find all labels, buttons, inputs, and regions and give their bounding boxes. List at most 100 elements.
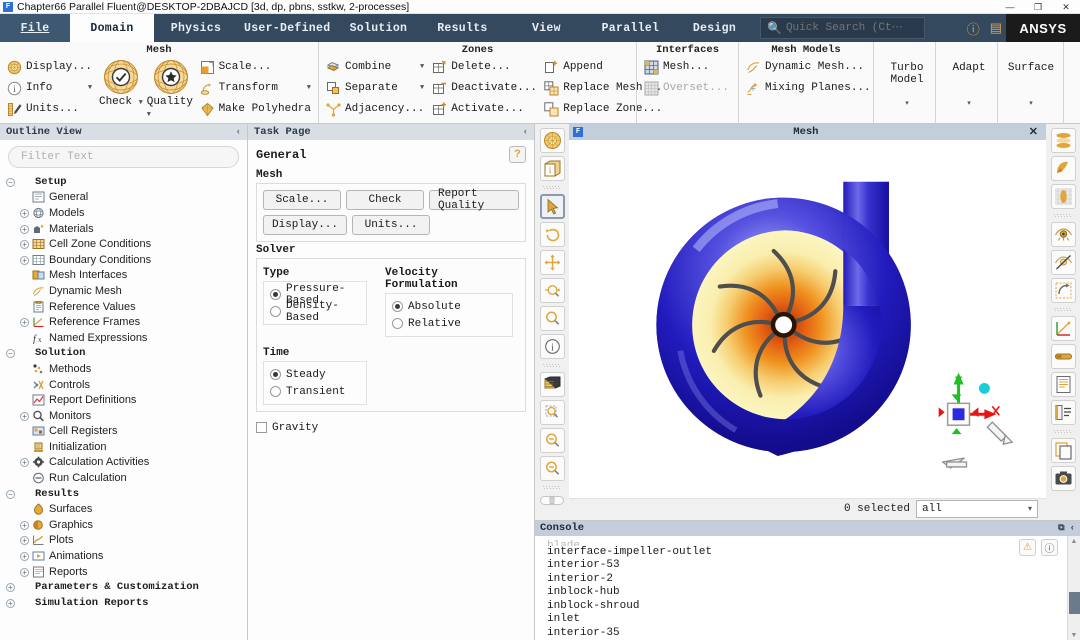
tree-expander-icon[interactable]: + [18,411,31,421]
copy-button[interactable] [1051,438,1076,463]
maximize-button[interactable]: ❐ [1024,0,1052,14]
tree-expander-icon[interactable]: + [4,582,17,592]
tree-expander-icon[interactable]: − [4,177,17,187]
chevron-down-icon[interactable]: ▼ [410,84,424,92]
colormap-button[interactable] [1051,344,1076,369]
scroll-down-icon[interactable]: ▼ [1071,630,1078,640]
check-button[interactable]: Check [346,190,424,210]
ribbon-mesh-quality-button[interactable]: Quality ▼ [147,57,195,120]
vectors-button[interactable] [1051,156,1076,181]
ribbon-mesh-make-polyhedra[interactable]: Make Polyhedra [197,99,314,119]
chevron-down-icon[interactable]: ▾ [967,99,971,108]
tab-file[interactable]: File [0,14,70,42]
chevron-down-icon[interactable]: ▼ [147,111,151,119]
outline-item-reference-values[interactable]: Reference Values [4,299,247,315]
outline-item-mesh-interfaces[interactable]: Mesh Interfaces [4,268,247,284]
chevron-down-icon[interactable]: ▼ [78,84,92,92]
radio-transient[interactable]: Transient [270,383,360,400]
ribbon-mixing-planes[interactable]: Mixing Planes... [743,78,873,98]
zoom-to-region-button[interactable] [540,400,565,425]
tab-view[interactable]: View [504,14,588,42]
tab-physics[interactable]: Physics [154,14,238,42]
outline-item-plots[interactable]: +Plots [4,533,247,549]
ribbon-zones-activate[interactable]: Activate... [429,99,539,119]
radio-density-based[interactable]: Density-Based [270,303,360,320]
pan-button[interactable] [540,250,565,275]
ribbon-mesh-check-button[interactable]: Check ▼ [97,57,145,108]
info-icon[interactable]: ⓘ [1041,539,1058,556]
report-quality-button[interactable]: Report Quality [429,190,519,210]
help-button[interactable]: ? [509,146,526,163]
outline-item-materials[interactable]: +Materials [4,221,247,237]
outline-item-reports[interactable]: +Reports [4,564,247,580]
tab-user-defined[interactable]: User-Defined [238,14,336,42]
outline-item-setup[interactable]: −Setup [4,174,247,190]
outline-item-models[interactable]: +Models [4,205,247,221]
outline-item-methods[interactable]: Methods [4,361,247,377]
search-input[interactable] [786,22,918,34]
tab-solution[interactable]: Solution [336,14,420,42]
outline-item-surfaces[interactable]: Surfaces [4,501,247,517]
mesh-info-toolbar-button[interactable]: i [540,156,565,181]
ribbon-mesh-transform[interactable]: Transform ▼ [197,78,314,98]
outline-item-monitors[interactable]: +Monitors [4,408,247,424]
tree-expander-icon[interactable]: + [18,255,31,265]
zoom-out-button[interactable] [540,428,565,453]
tree-expander-icon[interactable]: + [18,208,31,218]
chevron-down-icon[interactable]: ▾ [1029,99,1033,108]
outline-item-reference-frames[interactable]: +Reference Frames [4,314,247,330]
tree-expander-icon[interactable]: + [18,520,31,530]
tree-expander-icon[interactable]: + [18,551,31,561]
zoom-reset-button[interactable] [540,456,565,481]
radio-relative[interactable]: Relative [392,315,506,332]
mesh-display-toolbar-button[interactable] [540,128,565,153]
collapse-icon[interactable]: ‹ [236,127,241,137]
collapse-icon[interactable]: ‹ [523,127,528,137]
tree-expander-icon[interactable]: + [18,224,31,234]
outline-item-run-calculation[interactable]: Run Calculation [4,470,247,486]
console-scrollbar[interactable]: ▲ ▼ ✓ [1067,536,1080,640]
outline-item-initialization[interactable]: Initialization [4,439,247,455]
ribbon-zones-adjacency[interactable]: Adjacency... [323,99,427,119]
pathlines-button[interactable] [1051,184,1076,209]
chevron-down-icon[interactable]: ▼ [297,84,311,92]
outline-item-graphics[interactable]: +Graphics [4,517,247,533]
tab-parallel[interactable]: Parallel [588,14,672,42]
turbo-model-button[interactable]: Turbo Model ▾ [878,44,936,110]
ribbon-mesh-scale[interactable]: Scale... [197,57,314,77]
ribbon-zones-separate[interactable]: Separate ▼ [323,78,427,98]
outline-item-parameters-customization[interactable]: +Parameters & Customization [4,579,247,595]
outline-item-calculation-activities[interactable]: +Calculation Activities [4,455,247,471]
zoom-in-out-button[interactable] [540,278,565,303]
contours-button[interactable] [1051,128,1076,153]
visibility-on-button[interactable] [1051,222,1076,247]
outline-item-simulation-reports[interactable]: +Simulation Reports [4,595,247,611]
adapt-button[interactable]: Adapt ▾ [940,44,998,110]
chevron-down-icon[interactable]: ▾ [905,99,909,108]
units-button[interactable]: Units... [352,215,430,235]
scroll-up-icon[interactable]: ▲ [1071,536,1078,547]
collapse-icon[interactable]: ‹ [1070,523,1075,533]
gravity-checkbox-row[interactable]: Gravity [256,419,526,436]
slider-handle-button[interactable] [539,494,565,507]
chevron-down-icon[interactable]: ▼ [139,99,143,107]
legend-button[interactable] [1051,372,1076,397]
outline-item-cell-zone-conditions[interactable]: +Cell Zone Conditions [4,236,247,252]
ribbon-zones-deactivate[interactable]: Deactivate... [429,78,539,98]
outline-item-results[interactable]: −Results [4,486,247,502]
outline-item-animations[interactable]: +Animations [4,548,247,564]
ribbon-mesh-display[interactable]: Display... [4,57,95,77]
camera-button[interactable] [1051,466,1076,491]
tree-expander-icon[interactable]: + [18,535,31,545]
scrollbar-track[interactable] [1068,547,1080,630]
close-button[interactable]: ✕ [1052,0,1080,14]
fit-to-window-button[interactable] [540,372,565,397]
display-button[interactable]: Display... [263,215,347,235]
bounds-button[interactable] [1051,278,1076,303]
tree-expander-icon[interactable]: + [18,567,31,577]
scale-button[interactable]: Scale... [263,190,341,210]
radio-steady[interactable]: Steady [270,366,360,383]
tree-expander-icon[interactable]: + [18,239,31,249]
scrollbar-thumb[interactable] [1069,592,1080,614]
surface-button[interactable]: Surface ▾ [1002,44,1060,110]
